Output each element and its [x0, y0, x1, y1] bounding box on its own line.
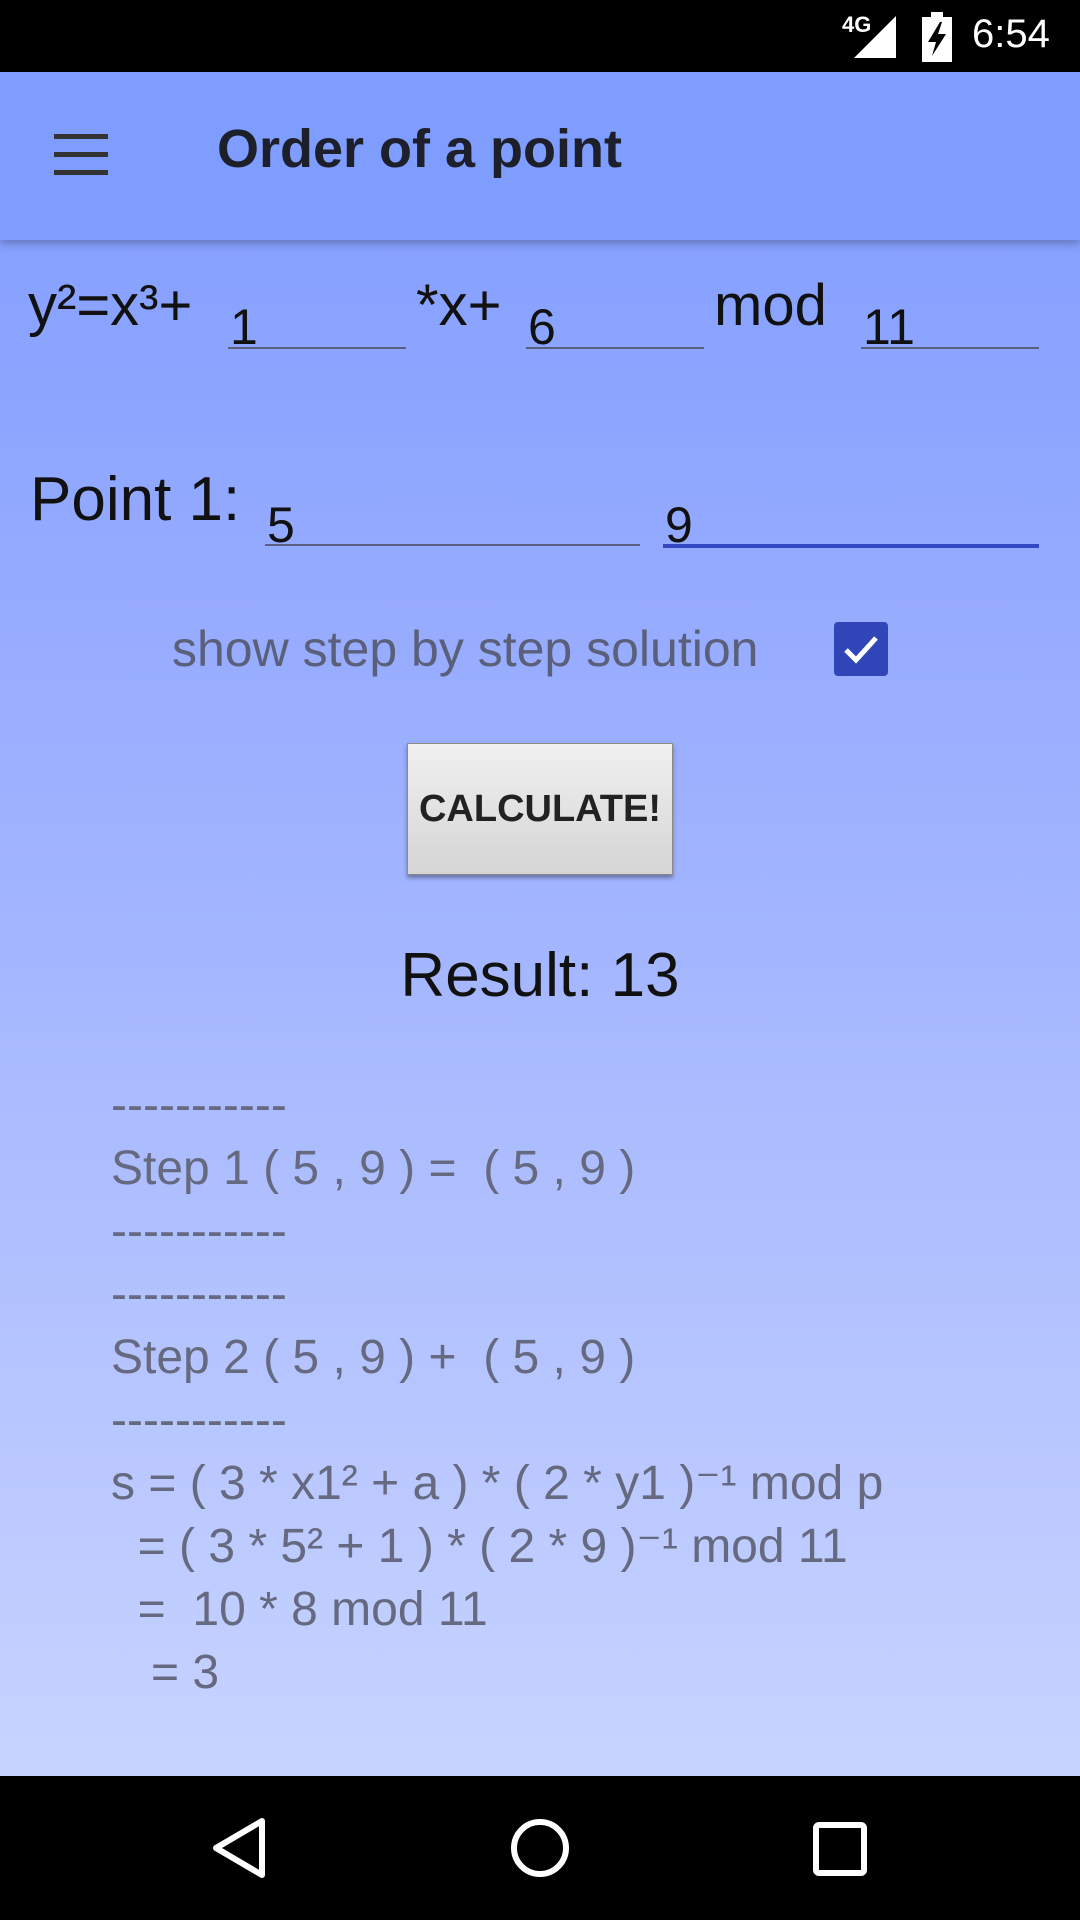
step-line: = 10 * 8 mod 11 — [111, 1583, 488, 1636]
app-toolbar: Order of a point — [0, 72, 1080, 240]
point-x-input[interactable]: 5 — [265, 470, 640, 553]
home-icon[interactable] — [510, 1818, 570, 1878]
step-by-step-checkbox[interactable] — [834, 622, 888, 676]
hamburger-menu-icon[interactable] — [52, 134, 112, 178]
coefficient-a-input[interactable]: 1 — [228, 277, 406, 355]
status-bar: 4G 6:54 — [0, 0, 1080, 72]
step-line: ----------- — [111, 1205, 287, 1258]
step-by-step-label: show step by step solution — [172, 621, 759, 677]
step-line: s = ( 3 * x1² + a ) * ( 2 * y1 )⁻¹ mod p — [111, 1457, 884, 1510]
step-line: Step 1 ( 5 , 9 ) = ( 5 , 9 ) — [111, 1142, 636, 1195]
signal-icon — [854, 16, 896, 58]
calculate-button[interactable]: CALCULATE! — [407, 743, 673, 875]
result-text: Result: 13 — [400, 941, 680, 1010]
modulus-input[interactable]: 11 — [861, 277, 1039, 355]
point-y-input[interactable]: 9 — [663, 470, 1039, 553]
steps-output: ----------- Step 1 ( 5 , 9 ) = ( 5 , 9 )… — [111, 1074, 1051, 1704]
recent-apps-icon[interactable] — [813, 1822, 867, 1876]
battery-charging-icon — [922, 12, 952, 62]
page-title: Order of a point — [217, 119, 622, 179]
step-line: ----------- — [111, 1268, 287, 1321]
coefficient-b-input[interactable]: 6 — [526, 277, 704, 355]
step-line: ----------- — [111, 1394, 287, 1447]
app-content: Order of a point y²=x³+ 1 *x+ 6 mod 11 P… — [0, 72, 1080, 1776]
back-icon[interactable] — [210, 1817, 270, 1879]
mod-label: mod — [714, 273, 827, 338]
checkmark-icon — [844, 636, 878, 664]
navigation-bar — [0, 1776, 1080, 1920]
point-label: Point 1: — [30, 465, 241, 534]
step-line: ----------- — [111, 1079, 287, 1132]
clock: 6:54 — [972, 12, 1050, 56]
equation-mul-label: *x+ — [416, 273, 502, 338]
step-line: = ( 3 * 5² + 1 ) * ( 2 * 9 )⁻¹ mod 11 — [111, 1520, 848, 1573]
equation-prefix-label: y²=x³+ — [28, 273, 193, 338]
step-line: = 3 — [111, 1646, 220, 1699]
step-line: Step 2 ( 5 , 9 ) + ( 5 , 9 ) — [111, 1331, 636, 1384]
